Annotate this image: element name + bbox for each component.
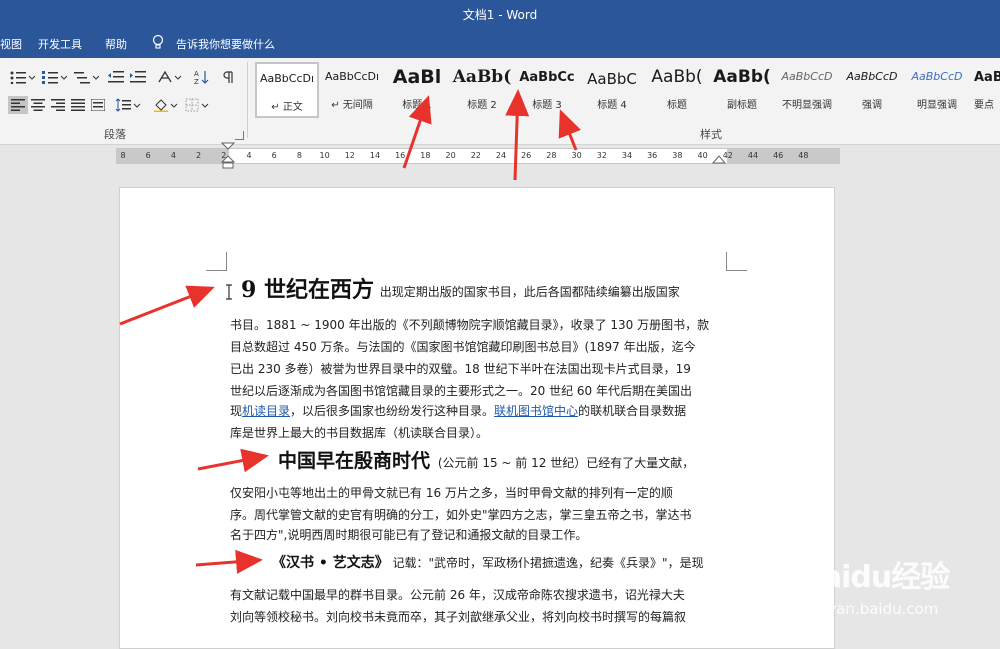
annotation-arrows: [119, 89, 581, 574]
watermark-url: jingyan.baidu.com: [800, 600, 939, 618]
arrow-heading-2: [505, 89, 530, 181]
arrow-paragraph-3: [195, 549, 263, 574]
arrow-heading-1: [402, 95, 432, 169]
arrow-heading-3: [558, 109, 581, 151]
arrow-paragraph-1: [119, 285, 215, 326]
baidu-jingyan-watermark: Baidu经验 jingyan.baidu.com: [770, 548, 1000, 633]
watermark-brand: Baidu经验: [800, 560, 950, 595]
arrow-paragraph-2: [197, 448, 269, 473]
